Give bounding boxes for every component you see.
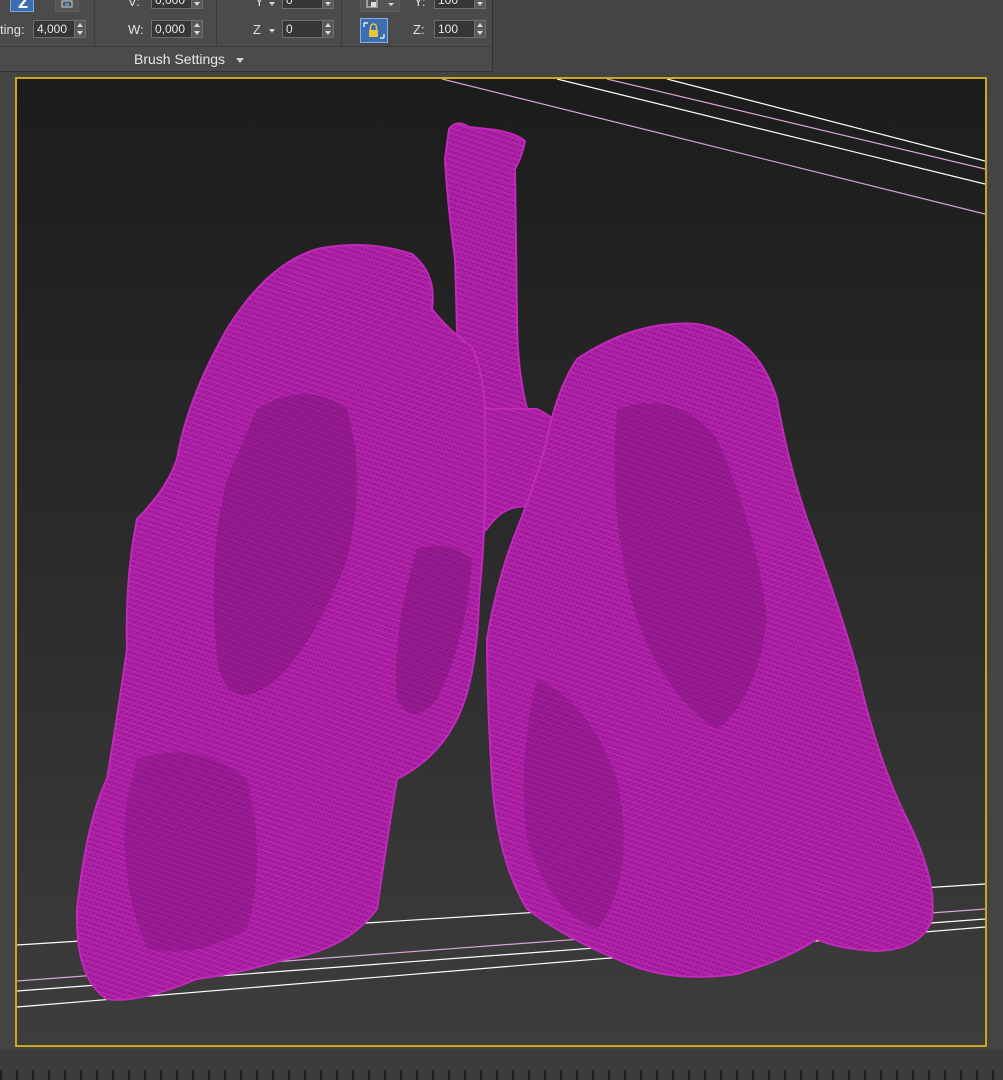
mirror-z-icon[interactable]: Z xyxy=(10,0,34,12)
y-axis-dropdown-caret[interactable] xyxy=(269,2,275,6)
w-value: 0,000 xyxy=(155,22,186,36)
z-offset-spinner[interactable]: 0 xyxy=(282,20,334,38)
viewport-scene xyxy=(17,79,985,1008)
brush-settings-rollout[interactable]: Brush Settings xyxy=(134,51,225,67)
y-scale-spinner[interactable]: 100 xyxy=(434,0,486,9)
y-offset-spin-arrows[interactable] xyxy=(322,0,333,8)
lungs-mesh[interactable] xyxy=(75,122,934,1001)
y-offset-value: 0 xyxy=(286,0,293,7)
time-slider-ticks[interactable] xyxy=(0,1070,1003,1080)
z-scale-spinner[interactable]: 100 xyxy=(434,20,486,38)
w-spin-arrows[interactable] xyxy=(191,21,202,37)
z-axis-label: Z xyxy=(253,22,261,37)
y-scale-value: 100 xyxy=(438,0,459,7)
left-lung-lower-shading xyxy=(124,752,257,952)
z-scale-label: Z: xyxy=(413,22,425,37)
w-label: W: xyxy=(128,22,144,37)
brush-settings-dropdown-icon[interactable] xyxy=(236,58,244,63)
v-spinner[interactable]: 0,000 xyxy=(151,0,203,9)
y-offset-spinner[interactable]: 0 xyxy=(282,0,334,9)
z-offset-spin-arrows[interactable] xyxy=(322,21,333,37)
toolbar-separator xyxy=(216,0,217,46)
w-spinner[interactable]: 0,000 xyxy=(151,20,203,38)
y-axis-label: Y xyxy=(255,0,264,9)
toolbar-separator xyxy=(341,0,342,46)
spacing-label: ting: xyxy=(0,22,25,37)
toolbar-separator xyxy=(94,0,95,46)
spacing-spinner[interactable]: 4,000 xyxy=(33,20,86,38)
spacing-spin-arrows[interactable] xyxy=(74,21,85,37)
v-value: 0,000 xyxy=(155,0,186,7)
perspective-viewport[interactable] xyxy=(15,77,987,1047)
z-offset-value: 0 xyxy=(286,22,293,36)
time-slider[interactable] xyxy=(0,1050,1003,1080)
brush-pattern-icon[interactable] xyxy=(55,0,79,12)
v-label: V: xyxy=(128,0,140,9)
z-axis-dropdown-caret[interactable] xyxy=(269,29,275,33)
y-scale-label: Y: xyxy=(414,0,426,9)
v-spin-arrows[interactable] xyxy=(191,0,202,8)
lock-scale-icon[interactable] xyxy=(360,18,388,43)
viewport-right-margin xyxy=(989,77,1003,1047)
brush-settings-panel: Z V: 0,000 Y 0 Y: 100 ting: 4,000 W: 0,0… xyxy=(0,0,493,72)
z-scale-value: 100 xyxy=(438,22,459,36)
z-scale-spin-arrows[interactable] xyxy=(474,21,485,37)
y-scale-spin-arrows[interactable] xyxy=(474,0,485,8)
spacing-value: 4,000 xyxy=(37,22,68,36)
svg-text:Z: Z xyxy=(18,0,28,11)
flyout-tool-icon[interactable] xyxy=(360,0,400,12)
brush-settings-divider xyxy=(0,46,492,47)
